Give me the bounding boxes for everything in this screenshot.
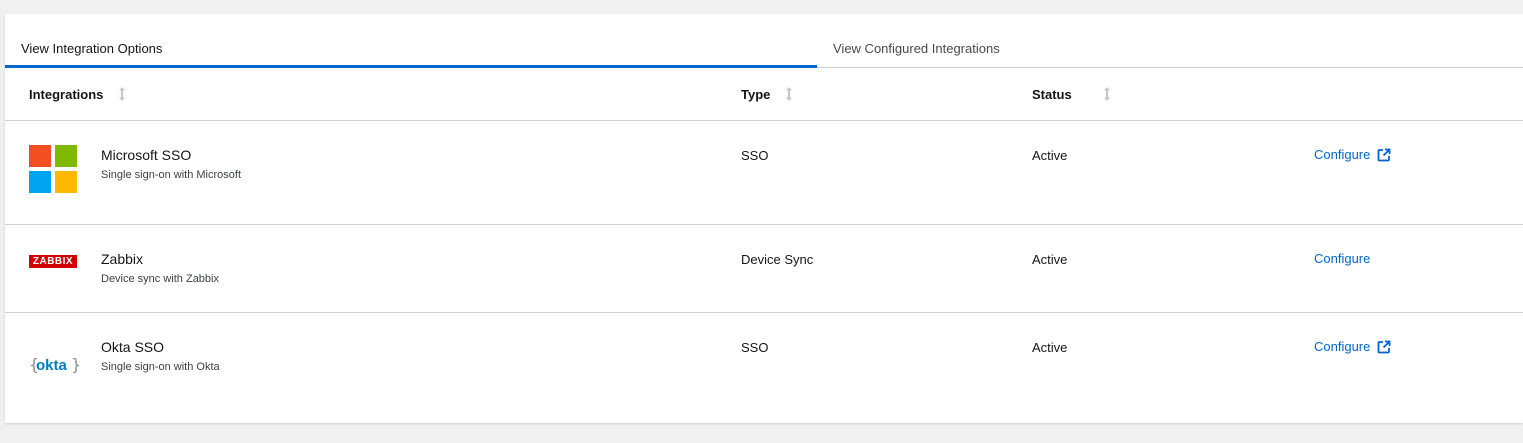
zabbix-logo: ZABBIX — [29, 255, 77, 268]
table-row: ZABBIX Zabbix Device sync with Zabbix De… — [5, 225, 1523, 313]
integration-status: Active — [1032, 148, 1068, 163]
okta-logo: { okta } — [29, 355, 81, 374]
configure-link[interactable]: Configure — [1314, 147, 1391, 162]
column-header-type[interactable]: Type — [741, 86, 794, 102]
column-header-status[interactable]: Status — [1032, 86, 1112, 102]
configure-link-label: Configure — [1314, 339, 1371, 354]
integration-name: Okta SSO — [101, 339, 165, 355]
integration-status: Active — [1032, 252, 1068, 267]
tab-label: View Configured Integrations — [833, 41, 1000, 56]
integration-type: Device Sync — [741, 252, 814, 267]
table-row: { okta } Okta SSO Single sign-on with Ok… — [5, 313, 1523, 423]
integration-name: Zabbix — [101, 251, 144, 267]
svg-text:}: } — [71, 355, 81, 374]
table-row: Microsoft SSO Single sign-on with Micros… — [5, 121, 1523, 225]
integration-name: Microsoft SSO — [101, 147, 192, 163]
tab-bar: View Integration Options View Configured… — [5, 14, 1523, 68]
tab-label: View Integration Options — [21, 41, 163, 56]
microsoft-logo — [29, 145, 77, 193]
integration-type: SSO — [741, 340, 769, 355]
tab-view-configured-integrations[interactable]: View Configured Integrations — [817, 14, 1523, 67]
sort-icon[interactable] — [117, 86, 127, 102]
configure-link[interactable]: Configure — [1314, 339, 1391, 354]
external-link-icon — [1377, 340, 1391, 353]
column-header-label: Integrations — [29, 86, 104, 102]
column-header-integrations[interactable]: Integrations — [29, 86, 127, 102]
external-link-icon — [1377, 148, 1391, 161]
integration-description: Single sign-on with Microsoft — [101, 169, 242, 181]
configure-link[interactable]: Configure — [1314, 251, 1370, 266]
configure-link-label: Configure — [1314, 147, 1371, 162]
integration-description: Single sign-on with Okta — [101, 361, 220, 373]
integration-status: Active — [1032, 340, 1068, 355]
sort-icon[interactable] — [1102, 86, 1112, 102]
integrations-card: View Integration Options View Configured… — [5, 14, 1523, 423]
integration-type: SSO — [741, 148, 769, 163]
column-header-label: Status — [1032, 86, 1072, 102]
okta-logo-text: okta — [36, 357, 68, 374]
sort-icon[interactable] — [784, 86, 794, 102]
configure-link-label: Configure — [1314, 251, 1371, 266]
tab-view-integration-options[interactable]: View Integration Options — [5, 14, 817, 68]
column-header-label: Type — [741, 86, 771, 102]
table-header: Integrations Type Status — [5, 68, 1523, 121]
integration-description: Device sync with Zabbix — [101, 273, 219, 285]
